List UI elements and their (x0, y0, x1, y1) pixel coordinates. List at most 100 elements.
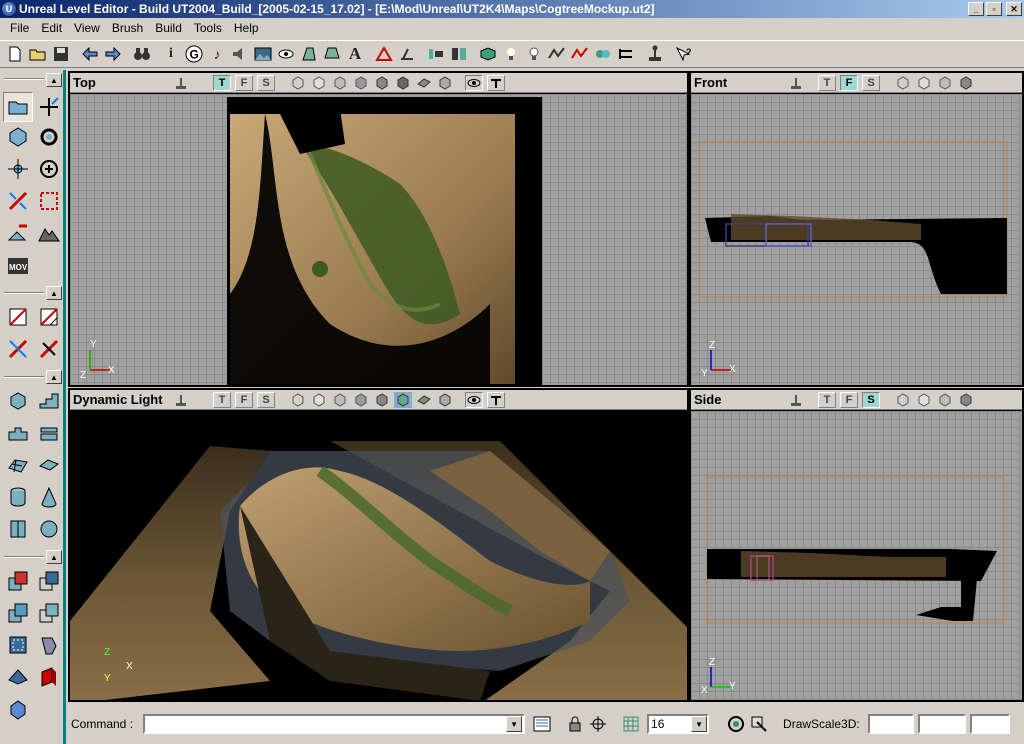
camera-mode-icon[interactable] (3, 92, 33, 122)
move-mode-icon[interactable] (3, 154, 33, 184)
stairs-brush-icon[interactable] (34, 386, 64, 416)
polycount-cube-icon[interactable] (436, 75, 454, 91)
front-view-button[interactable]: F (235, 74, 253, 91)
csg-deintersect-icon[interactable] (34, 598, 64, 628)
snap-vertex-icon[interactable] (748, 713, 770, 735)
planar-icon[interactable] (415, 392, 433, 408)
viewport-front-canvas[interactable]: Z X Y (691, 94, 1022, 385)
joystick-icon[interactable] (644, 43, 666, 65)
curved-stairs-icon[interactable] (3, 418, 33, 448)
viewport-front[interactable]: Front T F S Z X Y (689, 71, 1024, 387)
volumetric-brush-icon[interactable] (3, 514, 33, 544)
minimize-button[interactable]: _ (968, 2, 984, 16)
matinee-mode-icon[interactable]: MOV (3, 250, 33, 280)
sound-icon[interactable] (229, 43, 251, 65)
menu-help[interactable]: Help (228, 21, 265, 35)
terrain-brush-icon[interactable] (3, 450, 33, 480)
add-special-brush-icon[interactable] (3, 630, 33, 660)
side-view-button[interactable]: S (257, 391, 275, 408)
top-view-button[interactable]: T (818, 74, 836, 91)
new-icon[interactable] (4, 43, 26, 65)
solid-cube-icon[interactable] (373, 75, 391, 91)
split-brush-icon[interactable] (34, 302, 64, 332)
info-icon[interactable]: i (160, 43, 182, 65)
clip-brush-icon[interactable] (3, 302, 33, 332)
menu-tools[interactable]: Tools (188, 21, 228, 35)
drawscale-z-field[interactable] (969, 714, 1010, 734)
joystick-icon[interactable] (787, 75, 805, 91)
command-input[interactable]: ▼ (143, 714, 526, 734)
wireframe-cube-icon[interactable] (894, 75, 912, 91)
viewport-top-canvas[interactable]: Y X Z (70, 94, 687, 385)
paths-icon[interactable] (592, 43, 614, 65)
menu-brush[interactable]: Brush (106, 21, 149, 35)
add-static-mesh-icon[interactable] (34, 630, 64, 660)
joystick-icon[interactable] (787, 392, 805, 408)
texture-cube-icon[interactable] (936, 392, 954, 408)
drawscale-y-field[interactable] (917, 714, 966, 734)
grid-dropdown-icon[interactable]: ▼ (691, 716, 708, 732)
solid-cube-icon[interactable] (957, 392, 975, 408)
zone-cube-icon[interactable] (915, 75, 933, 91)
viewport-perspective[interactable]: Dynamic Light T F S Z X Y (68, 388, 689, 702)
sheet-brush-icon[interactable] (34, 450, 64, 480)
viewport-menu-icon[interactable] (487, 391, 505, 408)
joystick-icon[interactable] (172, 392, 190, 408)
menu-file[interactable]: File (4, 21, 35, 35)
side-view-button[interactable]: S (257, 74, 275, 91)
lock-icon[interactable] (564, 713, 586, 735)
front-view-button[interactable]: F (840, 74, 858, 91)
open-icon[interactable] (27, 43, 49, 65)
viewport-side-canvas[interactable]: Z Y X (691, 411, 1022, 700)
viewport-side[interactable]: Side T F S Z Y X (689, 388, 1024, 702)
terrain-edit-icon[interactable] (3, 218, 33, 248)
front-view-button[interactable]: F (235, 391, 253, 408)
drawscale-x-field[interactable] (867, 714, 914, 734)
text-icon[interactable]: A (344, 43, 366, 65)
eye-icon[interactable] (465, 391, 483, 408)
add-volume-icon[interactable] (3, 694, 33, 724)
help-icon[interactable]: ? (673, 43, 695, 65)
static-mesh-icon[interactable] (321, 43, 343, 65)
command-dropdown-icon[interactable]: ▼ (506, 716, 523, 732)
redo-icon[interactable] (102, 43, 124, 65)
g-icon[interactable]: G (183, 43, 205, 65)
front-view-button[interactable]: F (840, 391, 858, 408)
rotate-mode-icon[interactable] (34, 122, 64, 152)
viewport-top[interactable]: Top T F S Y X Z (68, 71, 689, 387)
texture-cube-icon[interactable] (936, 75, 954, 91)
viewport-perspective-canvas[interactable]: Z X Y (70, 411, 687, 700)
menu-view[interactable]: View (68, 21, 106, 35)
maximize-button[interactable]: ▫ (986, 2, 1002, 16)
log-window-icon[interactable] (531, 713, 553, 735)
collapse-clip-button[interactable]: ▲ (46, 286, 62, 300)
wireframe-cube-icon[interactable] (289, 75, 307, 91)
close-button[interactable]: ✕ (1006, 2, 1022, 16)
menu-edit[interactable]: Edit (35, 21, 68, 35)
terrain-mountains-icon[interactable] (34, 218, 64, 248)
crosshair-icon[interactable] (587, 713, 609, 735)
build-all-icon[interactable] (569, 43, 591, 65)
spiral-stairs-icon[interactable] (34, 418, 64, 448)
sphere-brush-icon[interactable] (34, 514, 64, 544)
polygon-select-icon[interactable] (34, 186, 64, 216)
matinee-icon[interactable] (396, 43, 418, 65)
vertex-editing-icon[interactable] (34, 92, 64, 122)
rotation-snap-icon[interactable] (725, 713, 747, 735)
add-antiportal-icon[interactable] (34, 662, 64, 692)
collapse-csg-button[interactable]: ▲ (46, 550, 62, 564)
side-view-button[interactable]: S (862, 74, 880, 91)
music-icon[interactable]: ♪ (206, 43, 228, 65)
wireframe-cube-icon[interactable] (289, 392, 307, 408)
texture-cube-icon[interactable] (331, 392, 349, 408)
animation-icon[interactable] (298, 43, 320, 65)
viewport-menu-icon[interactable] (487, 74, 505, 91)
collapse-brushes-button[interactable]: ▲ (46, 370, 62, 384)
light-bulb-icon[interactable] (523, 43, 545, 65)
texture-icon[interactable] (252, 43, 274, 65)
flat-cube-icon[interactable] (352, 75, 370, 91)
build-paths-icon[interactable] (477, 43, 499, 65)
collapse-modes-button[interactable]: ▲ (46, 73, 62, 87)
cube-brush-icon[interactable] (3, 386, 33, 416)
planar-icon[interactable] (415, 75, 433, 91)
